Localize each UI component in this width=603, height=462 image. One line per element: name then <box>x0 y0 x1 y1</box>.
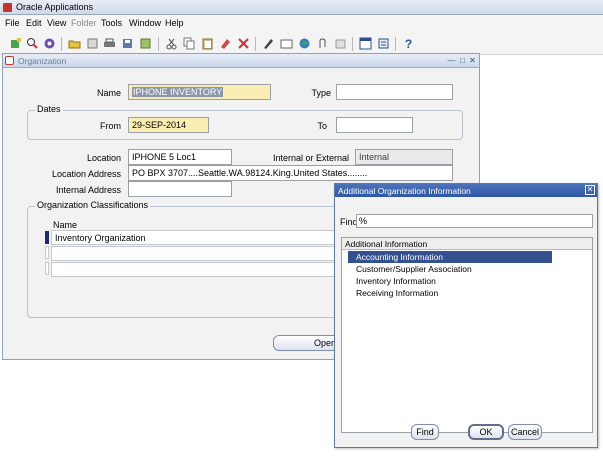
new-record-icon[interactable] <box>8 36 23 51</box>
cut-icon[interactable] <box>164 36 179 51</box>
app-title: Oracle Applications <box>16 2 94 12</box>
open-button-label: Open <box>314 338 337 348</box>
dates-group-label: Dates <box>35 104 63 114</box>
internal-external-label: Internal or External <box>272 153 349 163</box>
from-label: From <box>100 121 121 131</box>
delete-icon[interactable] <box>236 36 251 51</box>
record-indicator <box>45 262 49 275</box>
location-label: Location <box>86 153 121 163</box>
list-item-accounting[interactable]: Accounting Information <box>348 251 552 263</box>
oracle-logo-icon <box>3 3 12 12</box>
ok-button-label: OK <box>479 427 493 437</box>
toolbar-separator <box>255 37 256 51</box>
menu-help[interactable]: Help <box>165 18 184 28</box>
cancel-button[interactable]: Cancel <box>508 424 542 440</box>
paste-icon[interactable] <box>200 36 215 51</box>
toolbar-separator <box>395 37 396 51</box>
find-icon[interactable] <box>25 36 40 51</box>
find-label: Find <box>340 217 358 227</box>
folder-tools-icon[interactable] <box>333 36 348 51</box>
name-value: IPHONE INVENTORY <box>132 87 224 97</box>
toolbar-separator <box>158 37 159 51</box>
classifications-group-label: Organization Classifications <box>35 200 151 210</box>
location-address-field[interactable]: PO BPX 3707....Seattle.WA.98124.King.Uni… <box>128 165 453 181</box>
classification-row-1[interactable]: Inventory Organization <box>51 230 335 245</box>
maximize-icon[interactable]: □ <box>458 56 467 65</box>
clear-icon[interactable] <box>218 36 233 51</box>
organization-window-title: Organization <box>18 56 67 66</box>
internal-external-field[interactable]: Internal <box>355 149 453 165</box>
dialog-titlebar: Additional Organization Information ✕ <box>335 184 597 197</box>
list-item-receiving[interactable]: Receiving Information <box>348 287 552 299</box>
find-input[interactable]: % <box>356 214 593 228</box>
translation-icon[interactable] <box>297 36 312 51</box>
type-label: Type <box>311 88 331 98</box>
menu-window[interactable]: Window <box>129 18 161 28</box>
menu-bar: File Edit View Folder Tools Window Help <box>0 15 603 33</box>
menu-file[interactable]: File <box>5 18 20 28</box>
to-label: To <box>317 121 327 131</box>
minimize-icon[interactable]: — <box>447 56 456 65</box>
app-title-bar: Oracle Applications <box>0 0 603 15</box>
window-list-icon[interactable] <box>376 36 391 51</box>
toolbar: ? <box>0 33 603 55</box>
list-column-header: Additional Information <box>342 238 592 250</box>
location-field[interactable]: IPHONE 5 Loc1 <box>128 149 232 165</box>
edit-field-icon[interactable] <box>261 36 276 51</box>
cancel-button-label: Cancel <box>510 427 539 437</box>
menu-edit[interactable]: Edit <box>26 18 42 28</box>
toolbar-separator <box>352 37 353 51</box>
menu-folder[interactable]: Folder <box>71 18 97 28</box>
close-form-icon[interactable] <box>85 36 100 51</box>
name-field[interactable]: IPHONE INVENTORY <box>128 84 271 100</box>
to-date-field[interactable] <box>336 117 413 133</box>
zoom-icon[interactable] <box>279 36 294 51</box>
open-button[interactable]: Open <box>273 335 343 351</box>
copy-icon[interactable] <box>182 36 197 51</box>
organization-window-titlebar: Organization — □ ✕ <box>3 54 479 68</box>
find-button[interactable]: Find <box>411 424 439 440</box>
open-folder-icon[interactable] <box>67 36 82 51</box>
menu-view[interactable]: View <box>47 18 66 28</box>
oracle-form-icon <box>5 56 14 65</box>
save-icon[interactable] <box>120 36 135 51</box>
current-record-indicator <box>45 231 49 244</box>
list-item-inventory[interactable]: Inventory Information <box>348 275 552 287</box>
navigator-icon[interactable] <box>42 36 57 51</box>
type-field[interactable] <box>336 84 453 100</box>
close-icon[interactable]: ✕ <box>468 56 477 65</box>
ok-button[interactable]: OK <box>468 424 504 440</box>
list-item-customer-supplier[interactable]: Customer/Supplier Association <box>348 263 552 275</box>
classification-row-3[interactable] <box>51 262 335 277</box>
help-icon[interactable]: ? <box>401 36 416 51</box>
additional-info-list: Additional Information Accounting Inform… <box>341 237 593 433</box>
find-button-label: Find <box>416 427 434 437</box>
internal-address-field[interactable] <box>128 181 232 197</box>
window-help-icon[interactable] <box>358 36 373 51</box>
location-address-label: Location Address <box>51 169 121 179</box>
dialog-title: Additional Organization Information <box>338 186 471 196</box>
attachments-icon[interactable] <box>315 36 330 51</box>
switch-responsibility-icon[interactable] <box>138 36 153 51</box>
classification-row-2[interactable] <box>51 246 335 261</box>
from-date-field[interactable]: 29-SEP-2014 <box>128 117 209 133</box>
close-icon[interactable]: ✕ <box>585 185 595 195</box>
menu-tools[interactable]: Tools <box>101 18 122 28</box>
toolbar-separator <box>61 37 62 51</box>
internal-address-label: Internal Address <box>55 185 121 195</box>
record-indicator <box>45 246 49 259</box>
classifications-name-header: Name <box>53 220 78 230</box>
additional-org-info-dialog: Additional Organization Information ✕ Fi… <box>334 183 598 448</box>
print-icon[interactable] <box>102 36 117 51</box>
name-label: Name <box>96 88 121 98</box>
